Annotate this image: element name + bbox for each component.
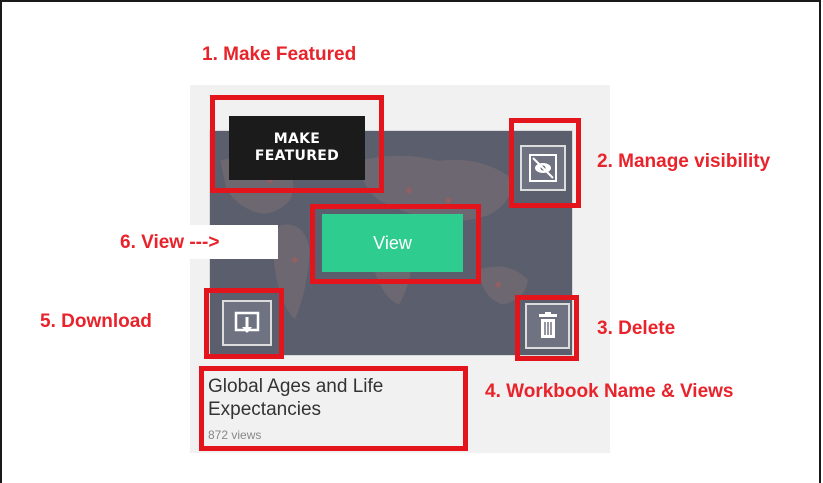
highlight-view xyxy=(310,204,481,284)
highlight-make-featured xyxy=(210,95,384,193)
annotation-delete: 3. Delete xyxy=(597,318,676,339)
annotation-workbook-name-views: 4. Workbook Name & Views xyxy=(485,381,734,402)
annotation-make-featured: 1. Make Featured xyxy=(202,44,357,65)
highlight-workbook-name xyxy=(199,366,468,451)
annotation-download: 5. Download xyxy=(40,311,152,332)
annotation-view: 6. View ---> xyxy=(120,232,220,253)
highlight-visibility xyxy=(509,118,581,208)
highlight-download xyxy=(204,288,284,359)
annotation-manage-visibility: 2. Manage visibility xyxy=(597,151,771,172)
highlight-delete xyxy=(515,295,579,361)
